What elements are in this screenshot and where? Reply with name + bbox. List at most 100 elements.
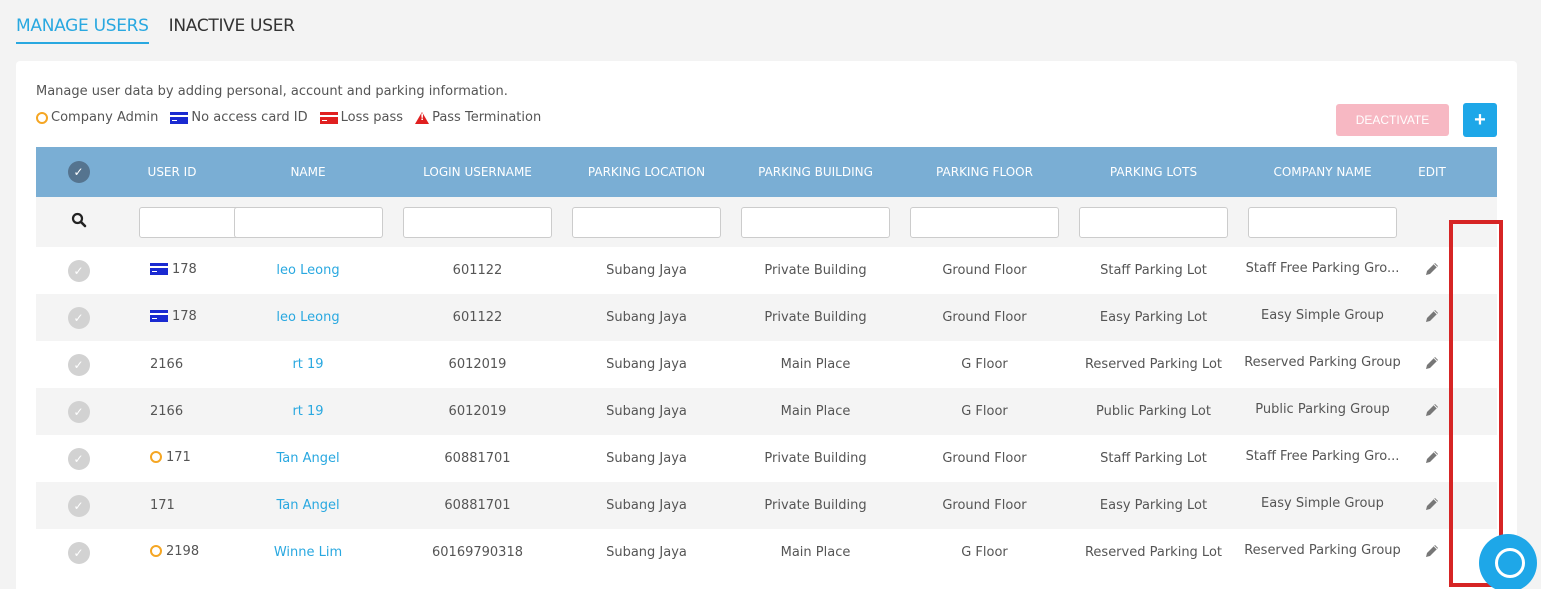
legend: Company Admin No access card ID Loss pas… <box>36 110 553 125</box>
user-id-wrap: 178 <box>150 262 197 277</box>
legend-pass-termination: Pass Termination <box>415 110 541 125</box>
col-login-username[interactable]: LOGIN USERNAME <box>393 165 562 179</box>
user-id-wrap: 171 <box>150 498 175 513</box>
row-check-icon[interactable]: ✓ <box>67 353 90 376</box>
filter-name-cell <box>223 206 393 238</box>
table-row[interactable]: ✓ 2166 rt 19 6012019 Subang Jaya Main Pl… <box>36 341 1497 388</box>
user-name-link[interactable]: leo Leong <box>276 310 339 325</box>
tab-inactive-user[interactable]: INACTIVE USER <box>169 16 295 44</box>
filter-building-input[interactable] <box>741 206 890 238</box>
user-id-wrap: 2166 <box>150 404 183 419</box>
deactivate-button[interactable]: DEACTIVATE <box>1336 104 1449 136</box>
filter-lots-input[interactable] <box>1079 206 1228 238</box>
floor-cell: G Floor <box>961 357 1008 372</box>
floor-cell: Ground Floor <box>942 451 1027 466</box>
lots-cell: Easy Parking Lot <box>1099 498 1208 513</box>
row-check-icon[interactable]: ✓ <box>67 541 90 564</box>
building-cell: Main Place <box>780 545 851 560</box>
table-row[interactable]: ✓ 178 leo Leong 601122 Subang Jaya Priva… <box>36 247 1497 294</box>
floor-cell: G Floor <box>961 404 1008 419</box>
user-name-link[interactable]: rt 19 <box>292 404 323 419</box>
table-row[interactable]: ✓ 2198 Winne Lim 60169790318 Subang Jaya… <box>36 529 1497 576</box>
table-row[interactable]: ✓ 171 Tan Angel 60881701 Subang Jaya Pri… <box>36 435 1497 482</box>
table-body: ✓ 178 leo Leong 601122 Subang Jaya Priva… <box>36 247 1497 576</box>
pencil-edit-icon[interactable] <box>1423 260 1441 278</box>
legend-no-access-card: No access card ID <box>170 110 308 125</box>
filter-company-input[interactable] <box>1248 206 1397 238</box>
company-name: Easy Simple Group <box>1261 496 1384 511</box>
company-name: Reserved Parking Group <box>1244 355 1401 370</box>
user-id: 2166 <box>150 357 184 372</box>
user-id-cell: 171 <box>121 450 223 468</box>
user-name-link[interactable]: leo Leong <box>276 263 339 278</box>
user-name-link[interactable]: Winne Lim <box>274 545 342 560</box>
filter-location-input[interactable] <box>572 206 721 238</box>
table-row[interactable]: ✓ 2166 rt 19 6012019 Subang Jaya Main Pl… <box>36 388 1497 435</box>
filter-lots-cell <box>1069 206 1238 238</box>
lots-cell: Reserved Parking Lot <box>1084 545 1223 560</box>
pencil-edit-icon[interactable] <box>1423 495 1441 513</box>
tab-manage-users[interactable]: MANAGE USERS <box>16 16 149 44</box>
user-id: 178 <box>172 308 197 324</box>
name-cell: leo Leong <box>223 263 393 278</box>
login-cell: 60881701 <box>444 451 511 466</box>
col-parking-floor[interactable]: PARKING FLOOR <box>900 165 1069 179</box>
col-edit: EDIT <box>1418 165 1446 179</box>
user-id-wrap: 171 <box>150 450 191 465</box>
table-header: ✓ USER ID NAME LOGIN USERNAME PARKING LO… <box>36 147 1497 197</box>
login-cell: 60169790318 <box>432 545 523 560</box>
name-cell: Winne Lim <box>223 545 393 560</box>
name-cell: rt 19 <box>223 404 393 419</box>
table-row[interactable]: ✓ 178 leo Leong 601122 Subang Jaya Priva… <box>36 294 1497 341</box>
add-user-button[interactable]: + <box>1463 103 1497 137</box>
lots-cell: Public Parking Lot <box>1095 404 1211 419</box>
access-card-icon <box>150 263 168 276</box>
building-cell: Private Building <box>764 498 867 513</box>
edit-cell <box>1407 401 1457 423</box>
select-all-check-icon[interactable]: ✓ <box>67 161 90 183</box>
user-id-cell: 178 <box>121 309 223 327</box>
pencil-edit-icon[interactable] <box>1423 401 1441 419</box>
col-parking-building[interactable]: PARKING BUILDING <box>731 165 900 179</box>
legend-loss-pass-label: Loss pass <box>340 110 404 125</box>
col-user-id[interactable]: USER ID <box>121 165 223 179</box>
table-row[interactable]: ✓ 171 Tan Angel 60881701 Subang Jaya Pri… <box>36 482 1497 529</box>
row-check-icon[interactable]: ✓ <box>67 400 90 423</box>
chat-icon[interactable] <box>1479 534 1537 589</box>
col-parking-location[interactable]: PARKING LOCATION <box>562 165 731 179</box>
user-name-link[interactable]: Tan Angel <box>276 451 339 466</box>
location-cell: Subang Jaya <box>606 545 687 560</box>
col-name[interactable]: NAME <box>223 165 393 179</box>
filter-location-cell <box>562 206 731 238</box>
user-id: 178 <box>172 261 197 277</box>
col-parking-lots[interactable]: PARKING LOTS <box>1069 165 1238 179</box>
user-name-link[interactable]: Tan Angel <box>276 498 339 513</box>
floor-cell: Ground Floor <box>942 263 1027 278</box>
search-icon <box>71 212 86 228</box>
lots-cell: Staff Parking Lot <box>1100 451 1207 466</box>
row-select-cell: ✓ <box>36 306 121 329</box>
edit-cell <box>1407 354 1457 376</box>
user-name-link[interactable]: rt 19 <box>292 357 323 372</box>
row-check-icon[interactable]: ✓ <box>67 259 90 282</box>
row-check-icon[interactable]: ✓ <box>67 306 90 329</box>
filter-name-input[interactable] <box>233 206 383 238</box>
pencil-edit-icon[interactable] <box>1423 448 1441 466</box>
row-check-icon[interactable]: ✓ <box>67 494 90 517</box>
legend-no-access-card-label: No access card ID <box>191 110 308 125</box>
filter-login-input[interactable] <box>403 206 552 238</box>
pencil-edit-icon[interactable] <box>1423 542 1441 560</box>
floor-cell: G Floor <box>961 545 1008 560</box>
col-company-name[interactable]: COMPANY NAME <box>1238 165 1407 179</box>
company-admin-icon <box>150 545 162 558</box>
pencil-edit-icon[interactable] <box>1423 307 1441 325</box>
filter-login-cell <box>393 206 562 238</box>
row-select-cell: ✓ <box>36 353 121 376</box>
legend-pass-termination-label: Pass Termination <box>432 110 542 125</box>
user-id-cell: 2166 <box>121 404 223 419</box>
filter-company-cell <box>1238 206 1407 238</box>
filter-floor-input[interactable] <box>910 206 1059 238</box>
pencil-edit-icon[interactable] <box>1423 354 1441 372</box>
row-check-icon[interactable]: ✓ <box>67 447 90 470</box>
loss-pass-icon <box>319 111 338 124</box>
